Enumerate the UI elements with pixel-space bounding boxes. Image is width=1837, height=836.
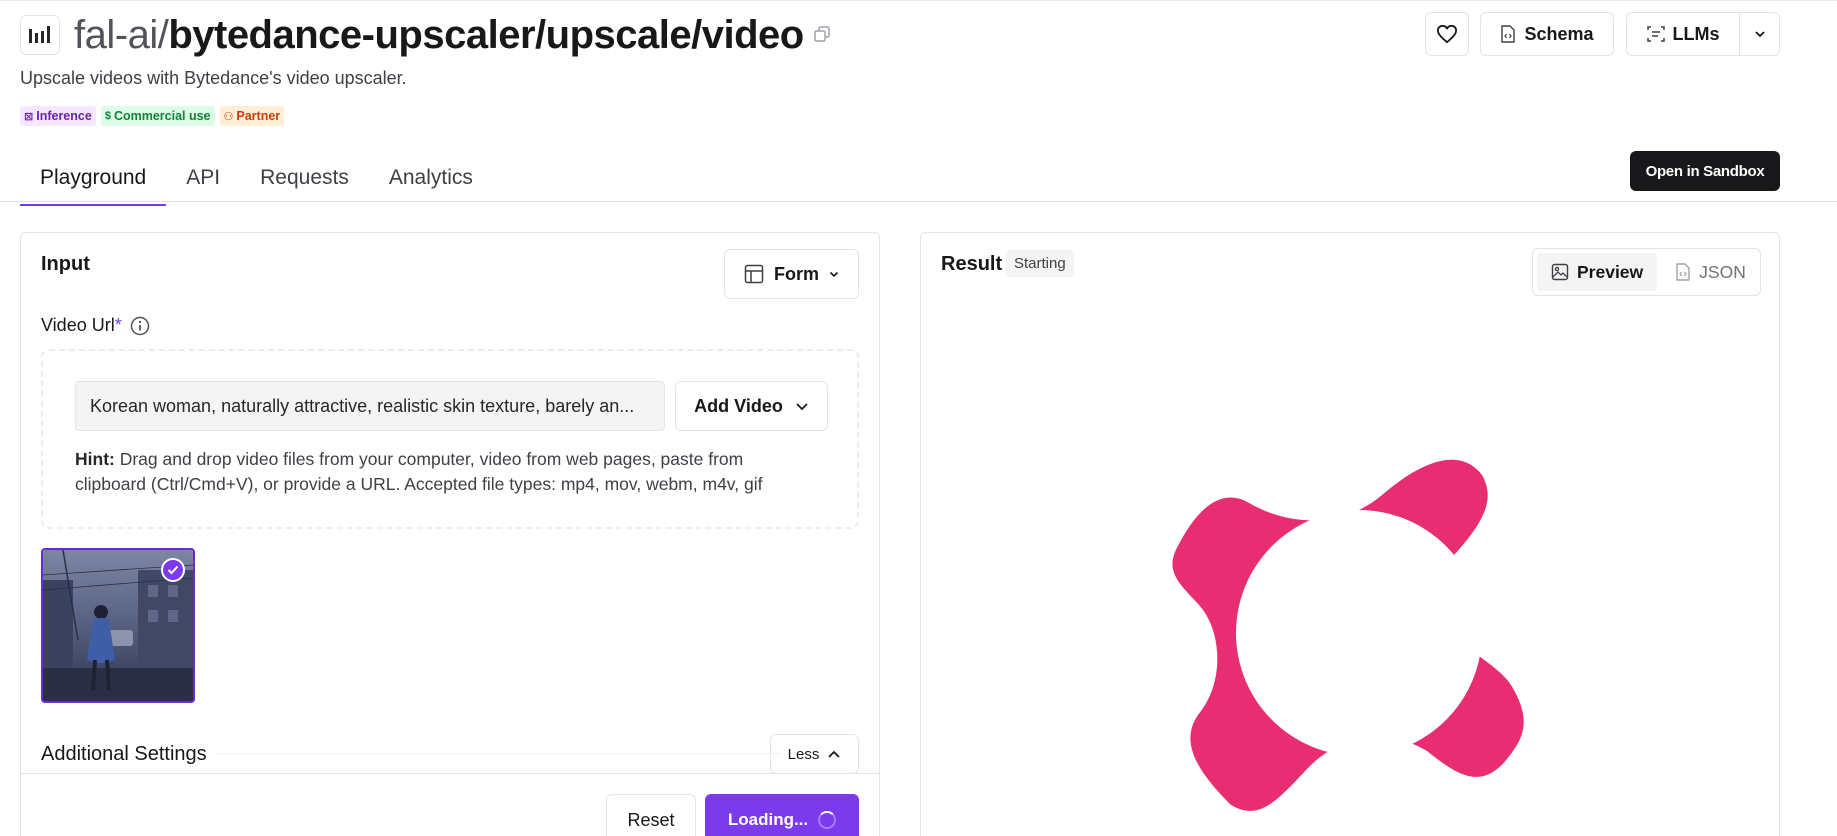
open-in-sandbox-button[interactable]: Open in Sandbox <box>1630 151 1780 191</box>
view-toggle: Preview JSON <box>1532 248 1761 296</box>
video-thumbnail[interactable] <box>41 548 195 703</box>
chevron-up-icon <box>828 750 840 758</box>
heart-icon <box>1436 24 1457 44</box>
info-icon[interactable] <box>130 316 150 336</box>
copy-icon[interactable] <box>812 24 832 44</box>
chevron-down-icon <box>796 402 808 410</box>
badge-partner: ⚇ Partner <box>219 106 285 126</box>
less-button[interactable]: Less <box>770 734 859 774</box>
tab-divider <box>0 201 1837 202</box>
title-org: fal-ai/ <box>74 13 169 57</box>
badge-commercial-use: $ Commercial use <box>100 106 215 126</box>
input-panel: Input Form Video Url* Add Video Hint: Dr… <box>20 232 880 836</box>
add-video-button[interactable]: Add Video <box>675 381 828 431</box>
tab-analytics[interactable]: Analytics <box>369 156 493 206</box>
form-mode-label: Form <box>774 263 819 284</box>
add-video-label: Add Video <box>694 395 783 416</box>
chevron-down-icon <box>1754 31 1765 38</box>
input-panel-title: Input <box>41 253 90 275</box>
file-code-icon <box>1676 263 1690 281</box>
less-label: Less <box>787 745 820 763</box>
json-tab[interactable]: JSON <box>1661 253 1760 291</box>
required-mark: * <box>114 315 122 335</box>
badge-list: ⊠ Inference $ Commercial use ⚇ Partner <box>20 106 285 126</box>
result-panel-title: Result <box>941 253 1003 275</box>
chevron-down-icon <box>829 271 839 277</box>
page-subtitle: Upscale videos with Bytedance's video up… <box>20 68 407 88</box>
reset-button[interactable]: Reset <box>606 794 696 836</box>
dollar-icon: $ <box>104 110 111 122</box>
additional-settings-divider <box>216 753 781 754</box>
preview-tab[interactable]: Preview <box>1537 253 1658 291</box>
favorite-button[interactable] <box>1425 12 1469 56</box>
file-code-icon <box>1501 25 1516 43</box>
model-logo <box>20 15 60 55</box>
badge-label: Commercial use <box>113 109 211 123</box>
hint-label: Hint: <box>75 449 115 469</box>
footer-divider <box>21 773 879 774</box>
badge-label: Partner <box>236 109 281 123</box>
schema-button[interactable]: Schema <box>1480 12 1614 56</box>
run-button[interactable]: Loading... <box>705 794 859 836</box>
preview-label: Preview <box>1577 261 1644 282</box>
image-icon <box>1551 263 1569 281</box>
video-url-input[interactable] <box>75 381 665 431</box>
form-mode-button[interactable]: Form <box>724 249 859 299</box>
bars-icon <box>29 26 50 43</box>
llms-label: LLMs <box>1672 23 1720 44</box>
additional-settings-label: Additional Settings <box>41 743 207 765</box>
result-panel: Result Starting Preview JSON <box>920 232 1780 836</box>
video-dropzone[interactable]: Add Video Hint: Drag and drop video file… <box>41 349 859 529</box>
fal-logo-loader-icon <box>1172 459 1524 811</box>
page-title: fal-ai/bytedance-upscaler/upscale/video <box>74 10 804 60</box>
top-border <box>0 0 1837 1</box>
video-url-label: Video Url* <box>41 315 150 336</box>
tab-bar: Playground API Requests Analytics <box>20 156 493 206</box>
upload-hint: Hint: Drag and drop video files from you… <box>75 447 815 497</box>
run-label: Loading... <box>727 810 809 829</box>
schema-label: Schema <box>1524 23 1594 44</box>
inference-icon: ⊠ <box>24 110 34 123</box>
selected-check-icon <box>161 558 185 582</box>
layout-icon <box>744 264 764 284</box>
badge-inference: ⊠ Inference <box>20 106 96 126</box>
json-label: JSON <box>1699 261 1746 282</box>
badge-label: Inference <box>36 109 92 123</box>
hint-text: Drag and drop video files from your comp… <box>75 449 763 494</box>
llms-button[interactable]: LLMs <box>1626 12 1740 56</box>
tab-playground[interactable]: Playground <box>20 156 167 206</box>
status-badge: Starting <box>1006 250 1074 277</box>
tab-api[interactable]: API <box>166 156 240 206</box>
title-path: bytedance-upscaler/upscale/video <box>168 13 804 57</box>
scan-text-icon <box>1646 26 1665 42</box>
partner-icon: ⚇ <box>223 110 234 123</box>
llms-dropdown-button[interactable] <box>1739 12 1780 56</box>
video-url-label-text: Video Url <box>41 315 115 335</box>
tab-requests[interactable]: Requests <box>240 156 369 206</box>
spinner-icon <box>818 811 837 829</box>
